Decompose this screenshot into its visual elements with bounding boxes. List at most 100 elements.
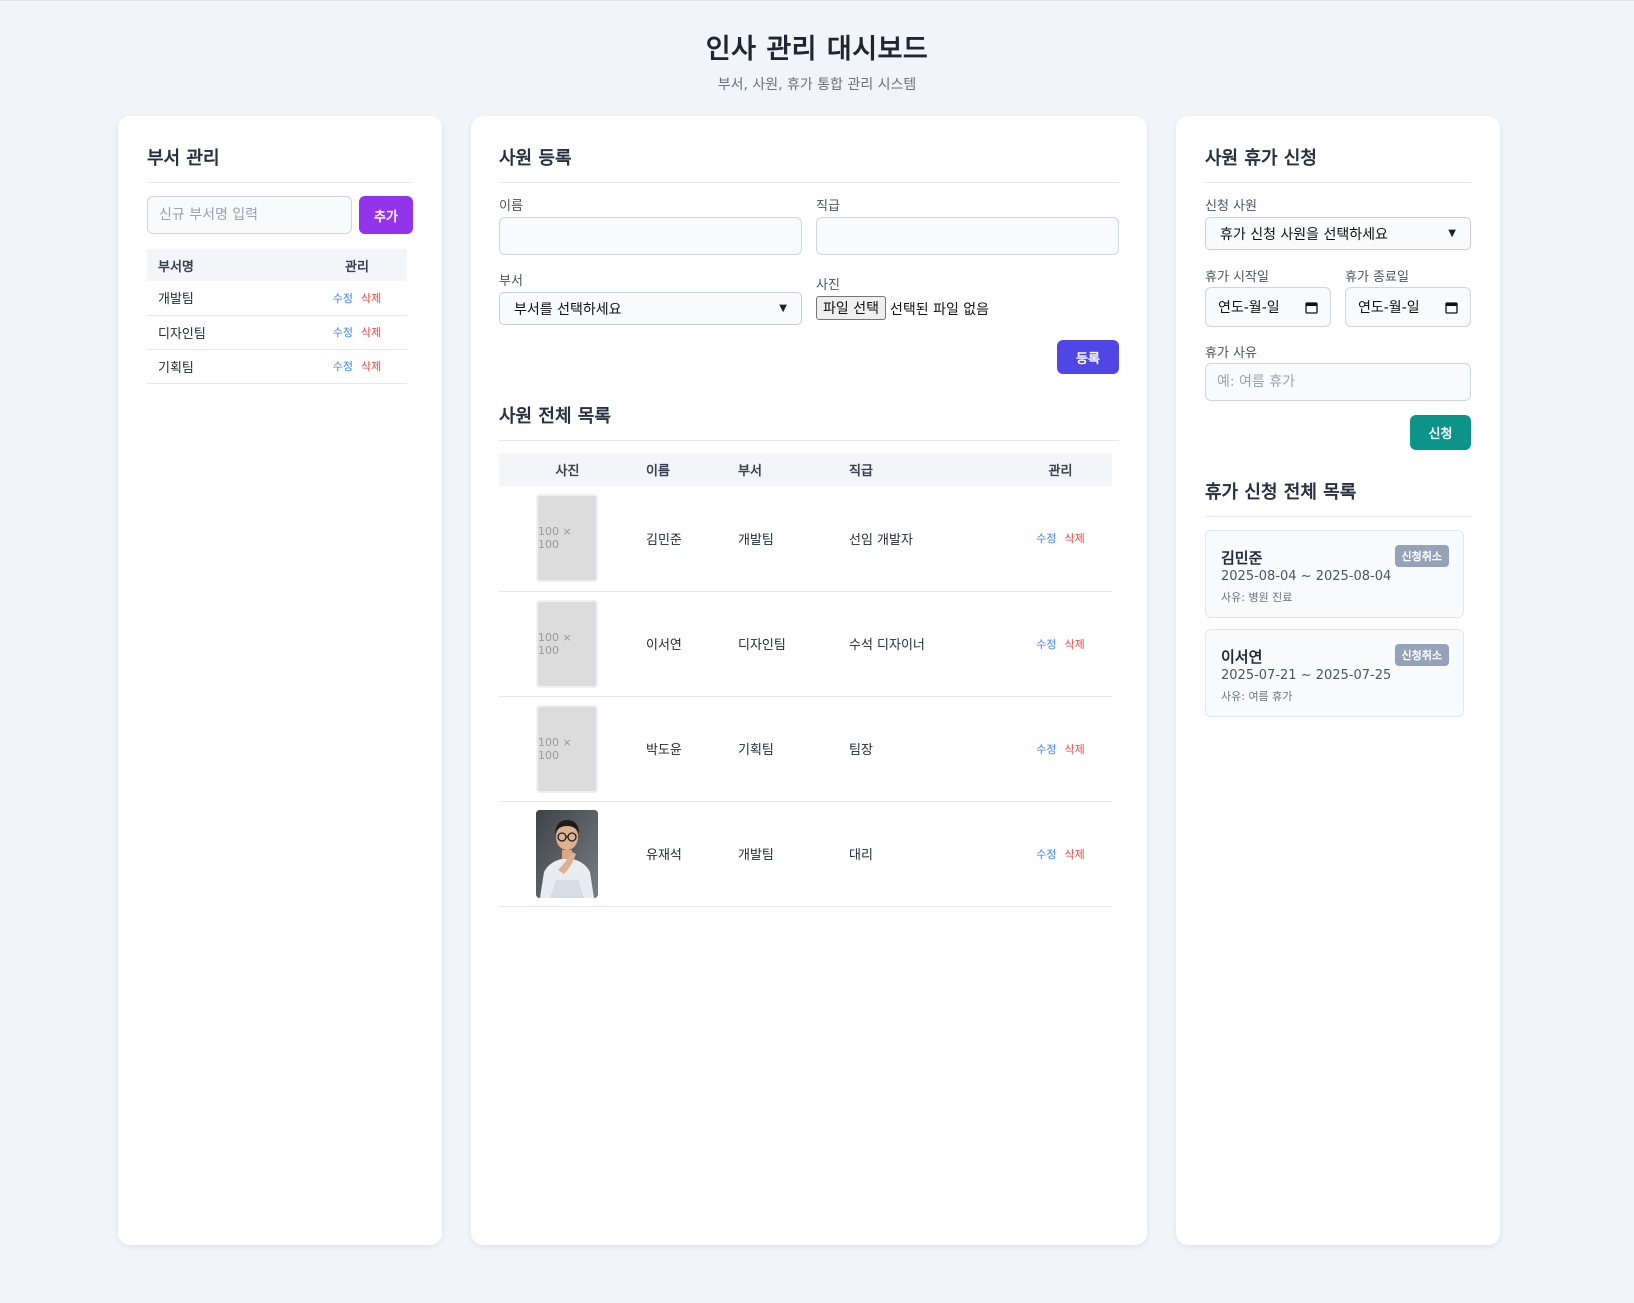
chevron-down-icon: ▼	[779, 303, 787, 314]
table-row: 개발팀 수정 삭제	[147, 281, 407, 316]
employee-name: 유재석	[646, 801, 738, 907]
end-date-placeholder: 연도-월-일	[1358, 300, 1420, 316]
end-date-input[interactable]: 연도-월-일	[1345, 287, 1471, 327]
row-actions: 수정 삭제	[1009, 696, 1112, 802]
delete-link[interactable]: 삭제	[1065, 532, 1085, 545]
department-name: 디자인팀	[147, 315, 307, 350]
delete-link[interactable]: 삭제	[1065, 743, 1085, 756]
column-header-name: 이름	[646, 453, 738, 486]
table-row: 기획팀 수정 삭제	[147, 349, 407, 384]
edit-link[interactable]: 수정	[1036, 848, 1056, 861]
photo-label: 사진	[816, 278, 840, 293]
employee-name-input[interactable]	[499, 217, 802, 255]
leave-reason: 사유: 여름 휴가	[1221, 690, 1293, 703]
photo-cell: 100 × 100	[499, 696, 646, 802]
leave-reason: 사유: 병원 진료	[1221, 591, 1293, 604]
department-name: 기획팀	[147, 349, 307, 384]
leave-item: 이서연 2025-07-21 ~ 2025-07-25 사유: 여름 휴가 신청…	[1205, 629, 1464, 717]
department-panel: 부서 관리 추가 부서명 관리 개발팀 수정삭제 디자인팀 수정삭제	[118, 116, 442, 1245]
employee-dept: 기획팀	[738, 696, 849, 802]
column-header-manage: 관리	[307, 249, 407, 281]
leave-employee-name: 이서연	[1221, 648, 1263, 666]
reason-label: 휴가 사유	[1205, 346, 1257, 361]
employee-photo	[536, 809, 598, 898]
table-row: 디자인팀 수정 삭제	[147, 315, 407, 350]
row-actions: 수정 삭제	[307, 349, 407, 384]
employee-table-header: 사진 이름 부서 직급 관리	[499, 453, 1112, 486]
delete-link[interactable]: 삭제	[1065, 638, 1085, 651]
applicant-label: 신청 사원	[1205, 199, 1257, 214]
applicant-select[interactable]: 휴가 신청 사원을 선택하세요 ▼	[1205, 217, 1471, 250]
delete-link[interactable]: 삭제	[361, 292, 381, 305]
department-select-value: 부서를 선택하세요	[514, 301, 622, 318]
start-date-input[interactable]: 연도-월-일	[1205, 287, 1331, 327]
row-actions: 수정 삭제	[307, 315, 407, 350]
employee-position-input[interactable]	[816, 217, 1119, 255]
employee-dept: 개발팀	[738, 486, 849, 592]
delete-link[interactable]: 삭제	[361, 360, 381, 373]
applicant-select-value: 휴가 신청 사원을 선택하세요	[1220, 226, 1388, 243]
table-row: 유재석 개발팀 대리 수정 삭제	[499, 801, 1112, 907]
edit-link[interactable]: 수정	[1036, 532, 1056, 545]
department-table-header: 부서명 관리	[147, 249, 407, 281]
column-header-manage: 관리	[1009, 453, 1112, 486]
reason-input[interactable]	[1205, 363, 1471, 401]
department-panel-title: 부서 관리	[147, 144, 413, 183]
row-actions: 수정 삭제	[1009, 801, 1112, 907]
leave-form-title: 사원 휴가 신청	[1205, 144, 1471, 183]
photo-placeholder: 100 × 100	[536, 599, 598, 688]
edit-link[interactable]: 수정	[333, 326, 353, 339]
department-name: 개발팀	[147, 281, 307, 316]
leave-employee-name: 김민준	[1221, 549, 1263, 567]
chevron-down-icon: ▼	[1448, 228, 1456, 239]
table-row: 100 × 100 박도윤 기획팀 팀장 수정 삭제	[499, 696, 1112, 802]
end-date-label: 휴가 종료일	[1345, 270, 1409, 285]
employee-dept: 개발팀	[738, 801, 849, 907]
photo-placeholder: 100 × 100	[536, 704, 598, 793]
employee-list-title: 사원 전체 목록	[499, 402, 1119, 441]
employee-dept: 디자인팀	[738, 591, 849, 697]
edit-link[interactable]: 수정	[333, 360, 353, 373]
add-department-button[interactable]: 추가	[359, 196, 413, 234]
name-label: 이름	[499, 199, 523, 214]
top-divider	[0, 0, 1634, 1]
table-row: 100 × 100 이서연 디자인팀 수석 디자이너 수정 삭제	[499, 591, 1112, 697]
department-name-input[interactable]	[147, 196, 352, 234]
photo-cell	[499, 801, 646, 907]
employee-form-title: 사원 등록	[499, 144, 1119, 183]
position-label: 직급	[816, 199, 840, 214]
row-actions: 수정 삭제	[1009, 486, 1112, 592]
leave-dates: 2025-08-04 ~ 2025-08-04	[1221, 569, 1392, 584]
photo-cell: 100 × 100	[499, 591, 646, 697]
person-photo-icon	[536, 809, 598, 898]
edit-link[interactable]: 수정	[1036, 638, 1056, 651]
department-table: 부서명 관리 개발팀 수정 삭제 디자인팀 수정 삭제 기획팀 수정 삭제	[147, 249, 407, 384]
employee-table: 사진 이름 부서 직급 관리 100 × 100 김민준 개발팀 선임 개발자 …	[499, 453, 1112, 907]
calendar-icon	[1445, 301, 1458, 314]
edit-link[interactable]: 수정	[1036, 743, 1056, 756]
photo-placeholder: 100 × 100	[536, 494, 598, 583]
delete-link[interactable]: 삭제	[1065, 848, 1085, 861]
employee-name: 김민준	[646, 486, 738, 592]
cancel-request-button[interactable]: 신청취소	[1394, 545, 1449, 567]
leave-list-title: 휴가 신청 전체 목록	[1205, 478, 1471, 517]
cancel-request-button[interactable]: 신청취소	[1394, 644, 1449, 666]
page-header: 인사 관리 대시보드 부서, 사원, 휴가 통합 관리 시스템	[0, 27, 1634, 94]
delete-link[interactable]: 삭제	[361, 326, 381, 339]
employee-position: 대리	[849, 801, 1009, 907]
department-select[interactable]: 부서를 선택하세요 ▼	[499, 292, 802, 325]
edit-link[interactable]: 수정	[333, 292, 353, 305]
file-choose-button[interactable]: 파일 선택	[816, 296, 886, 320]
employee-position: 선임 개발자	[849, 486, 1009, 592]
column-header-position: 직급	[849, 453, 1009, 486]
start-date-label: 휴가 시작일	[1205, 270, 1269, 285]
file-status: 선택된 파일 없음	[890, 302, 990, 318]
row-actions: 수정 삭제	[307, 281, 407, 316]
column-header-dept-name: 부서명	[147, 249, 307, 281]
apply-leave-button[interactable]: 신청	[1410, 415, 1471, 450]
employee-name: 이서연	[646, 591, 738, 697]
photo-cell: 100 × 100	[499, 486, 646, 592]
start-date-placeholder: 연도-월-일	[1218, 300, 1280, 316]
leave-dates: 2025-07-21 ~ 2025-07-25	[1221, 668, 1392, 683]
register-button[interactable]: 등록	[1057, 340, 1119, 374]
